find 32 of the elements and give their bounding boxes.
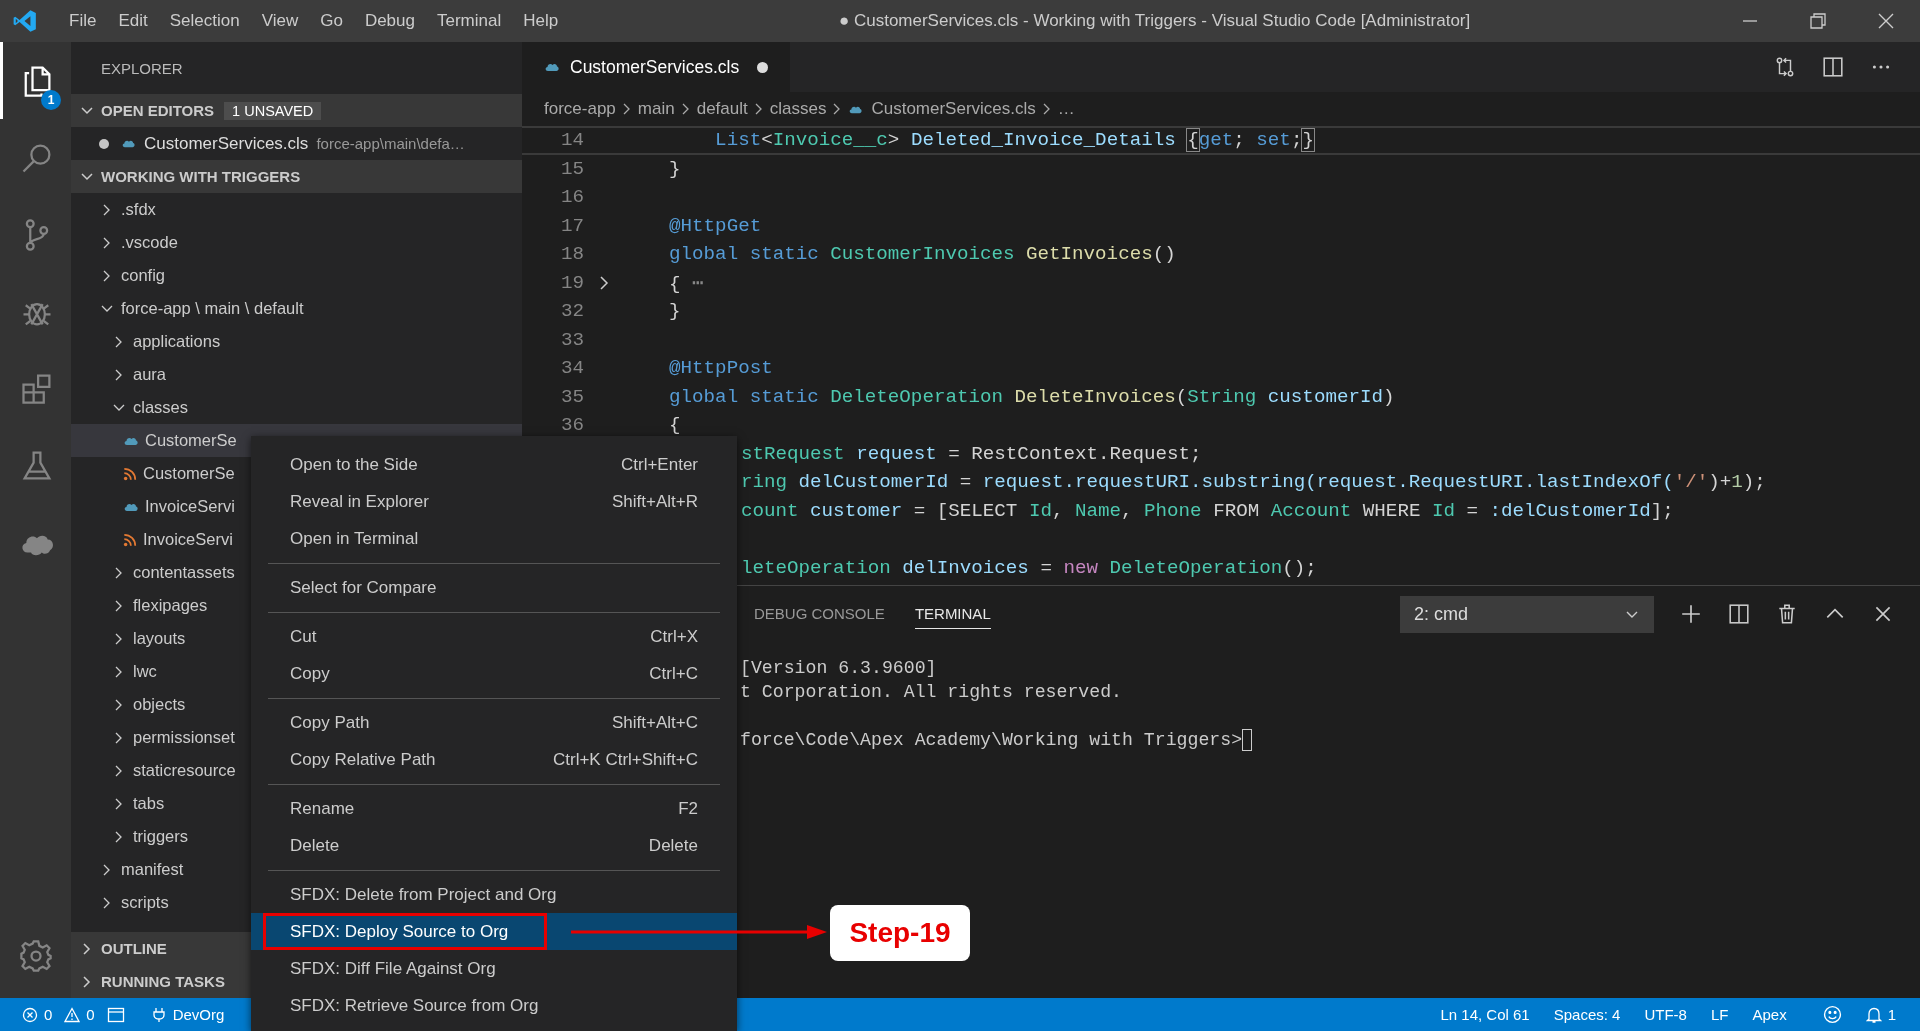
code-line: { ⋯ (668, 272, 704, 295)
line-number: 18 (560, 243, 584, 266)
code-line: } (668, 300, 681, 323)
line-number: 17 (560, 214, 584, 237)
code-line: List<Invoice__c> Deleted_Invoice_Details {get; set;} (714, 129, 1314, 152)
line-number: 33 (560, 328, 584, 351)
terminal-line: t Corporation. All rights reserved. (740, 682, 1122, 702)
code-line: ring delCustomerId = request.requestURI.substring(request.RequestURI.lastIndexOf('/')+1); (741, 471, 1766, 494)
notification-badge: 1 (41, 90, 61, 110)
code-line: @HttpGet (668, 214, 762, 237)
code-line: count customer = [SELECT Id, Name, Phone FROM Account WHERE Id = :delCustomerId]; (741, 499, 1674, 522)
line-number: 19 (560, 271, 584, 294)
code-line: global static DeleteOperation DeleteInvoices(String customerId) (668, 385, 1395, 408)
window-title: ● CustomerServices.cls - Working with Triggers - Visual Studio Code [Administrator] (838, 11, 1471, 30)
code-line: stRequest request = RestContext.Request; (741, 442, 1202, 465)
code-line: leteOperation delInvoices = new DeleteOperation(); (741, 556, 1317, 579)
line-number: 36 (560, 414, 584, 437)
line-number: 34 (560, 357, 584, 380)
unsaved-badge: 1 UNSAVED (224, 101, 322, 120)
sidebar-title: EXPLORER (101, 59, 183, 77)
line-number: 14 (560, 129, 584, 152)
code-line: @HttpPost (668, 357, 773, 380)
terminal-line: force\Code\Apex Academy\Working with Triggers> (740, 730, 1243, 750)
code-line: } (668, 157, 681, 180)
terminal-line: [Version 6.3.9600] (740, 658, 937, 678)
line-number: 35 (560, 385, 584, 408)
line-number: 32 (560, 300, 584, 323)
line-number: 15 (560, 157, 584, 180)
step-callout: Step-19 (830, 905, 970, 961)
code-line: { (668, 414, 681, 437)
code-line: global static CustomerInvoices GetInvoices() (668, 243, 1176, 266)
line-number: 16 (560, 186, 584, 209)
